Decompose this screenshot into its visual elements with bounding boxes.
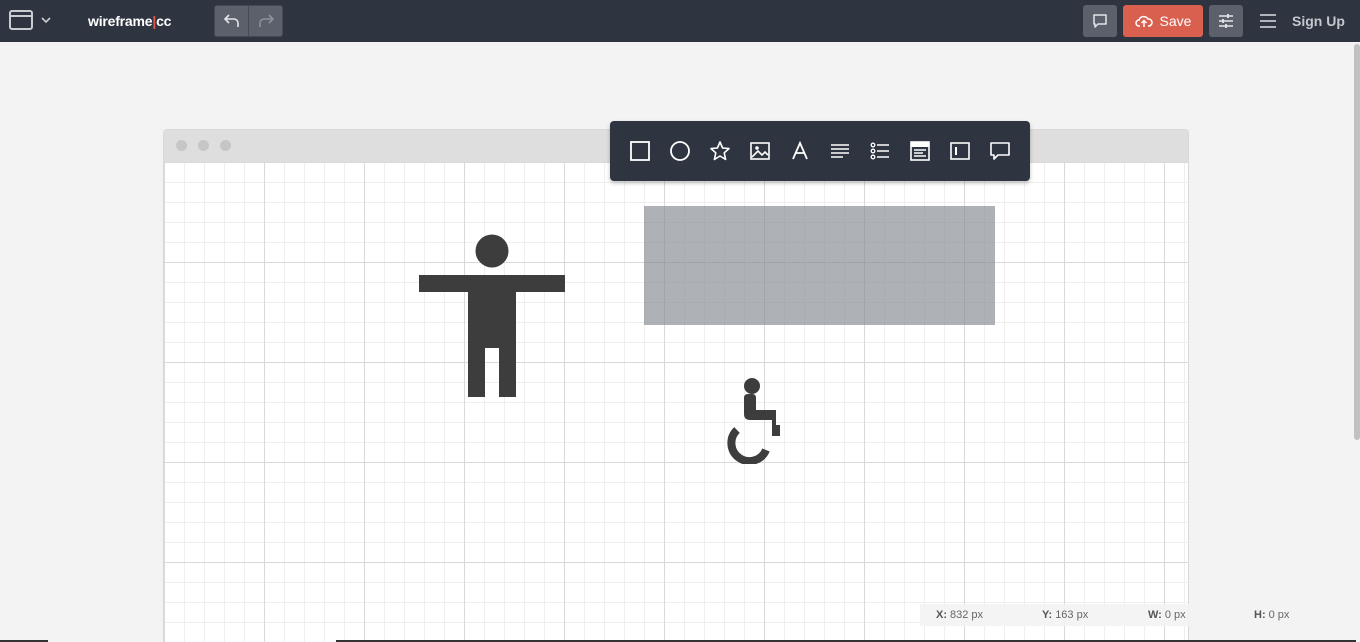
paragraph-tool[interactable] [828, 139, 852, 163]
redo-button[interactable] [249, 6, 283, 36]
chevron-down-icon[interactable] [40, 14, 52, 26]
undo-icon [223, 14, 239, 27]
star-icon [710, 141, 730, 161]
window-dot [220, 140, 231, 151]
settings-button[interactable] [1209, 5, 1243, 37]
list-tool[interactable] [868, 139, 892, 163]
cloud-upload-icon [1134, 15, 1153, 27]
window-dot [198, 140, 209, 151]
image-icon [750, 142, 770, 160]
text-tool[interactable] [788, 139, 812, 163]
accessibility-figure-icon[interactable] [419, 234, 565, 397]
hamburger-icon[interactable] [1258, 12, 1278, 30]
x-coordinate: X: 832 px [936, 609, 984, 621]
square-icon [630, 141, 650, 161]
vertical-scrollbar[interactable] [1354, 44, 1360, 440]
speech-bubble-icon [990, 142, 1010, 160]
save-button[interactable]: Save [1123, 5, 1203, 37]
browser-window-icon [910, 141, 930, 161]
comments-button[interactable] [1083, 5, 1117, 37]
speech-bubble-tool[interactable] [988, 139, 1012, 163]
wheelchair-icon[interactable] [720, 376, 784, 464]
paragraph-icon [831, 144, 849, 158]
circle-icon [670, 141, 690, 161]
shapes-toolbar [610, 121, 1030, 181]
text-input-icon [950, 142, 970, 160]
window-icon[interactable] [9, 10, 33, 30]
rectangle-shape[interactable] [644, 206, 995, 325]
circle-tool[interactable] [668, 139, 692, 163]
letter-a-icon [792, 140, 808, 160]
sliders-icon [1219, 14, 1233, 28]
undo-button[interactable] [215, 6, 249, 36]
top-bar: wireframe|cc Save Sign Up [0, 0, 1360, 42]
width-value: W: 0 px [1148, 609, 1186, 621]
coordinates-panel: X: 832 px Y: 163 px W: 0 px H: 0 px [920, 604, 1326, 626]
input-field-tool[interactable] [948, 139, 972, 163]
sign-up-link[interactable]: Sign Up [1292, 13, 1345, 29]
star-tool[interactable] [708, 139, 732, 163]
y-coordinate: Y: 163 px [1042, 609, 1089, 621]
window-dot [176, 140, 187, 151]
comment-icon [1093, 14, 1107, 28]
app-logo[interactable]: wireframe|cc [88, 13, 171, 29]
image-tool[interactable] [748, 139, 772, 163]
history-controls [214, 5, 283, 37]
redo-icon [259, 14, 275, 27]
rectangle-tool[interactable] [628, 139, 652, 163]
list-icon [870, 142, 889, 160]
height-value: H: 0 px [1254, 609, 1290, 621]
browser-window-tool[interactable] [908, 139, 932, 163]
save-label: Save [1159, 13, 1192, 29]
